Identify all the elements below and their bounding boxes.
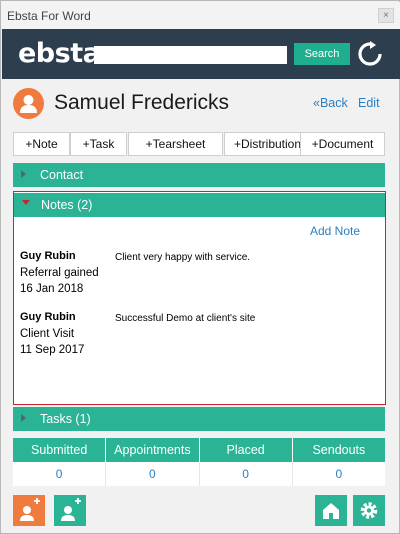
note-text: Successful Demo at client's site bbox=[115, 313, 256, 324]
contact-name: Samuel Fredericks bbox=[54, 91, 230, 114]
refresh-icon[interactable] bbox=[357, 41, 383, 67]
stats-header-row: Submitted Appointments Placed Sendouts bbox=[13, 438, 385, 462]
note-author: Guy Rubin bbox=[20, 311, 76, 323]
stat-header-placed: Placed bbox=[200, 438, 293, 462]
close-button[interactable]: × bbox=[378, 8, 394, 23]
user-icon bbox=[13, 88, 44, 119]
expand-arrow-icon bbox=[21, 414, 26, 422]
home-icon bbox=[323, 503, 339, 519]
app-window: Ebsta For Word × ebsta Search Samuel Fre… bbox=[0, 0, 400, 534]
stat-value-appointments[interactable]: 0 bbox=[106, 462, 200, 486]
ebsta-logo: ebsta bbox=[18, 38, 101, 69]
note-text: Client very happy with service. bbox=[115, 252, 251, 263]
settings-button[interactable] bbox=[353, 495, 385, 526]
add-tearsheet-button[interactable]: +Tearsheet bbox=[128, 132, 223, 156]
note-author: Guy Rubin bbox=[20, 250, 76, 262]
home-button[interactable] bbox=[315, 495, 347, 526]
stat-value-sendouts[interactable]: 0 bbox=[293, 462, 385, 486]
add-task-button[interactable]: +Task bbox=[70, 132, 127, 156]
section-label: Tasks (1) bbox=[40, 412, 91, 426]
note-type: Client Visit bbox=[20, 327, 75, 340]
stat-header-submitted: Submitted bbox=[13, 438, 107, 462]
back-link[interactable]: «Back bbox=[313, 96, 348, 110]
edit-link[interactable]: Edit bbox=[358, 96, 380, 110]
search-input[interactable] bbox=[94, 46, 287, 64]
add-user-icon bbox=[61, 498, 81, 521]
add-contact-button[interactable] bbox=[13, 495, 45, 526]
notes-section-header[interactable]: Notes (2) bbox=[14, 193, 385, 217]
add-distribution-button[interactable]: +Distribution bbox=[224, 132, 311, 156]
note-type: Referral gained bbox=[20, 266, 99, 279]
add-note-button[interactable]: +Note bbox=[13, 132, 70, 156]
header-bar: ebsta Search bbox=[2, 29, 400, 79]
add-note-link[interactable]: Add Note bbox=[310, 224, 360, 238]
title-bar: Ebsta For Word × bbox=[2, 2, 400, 29]
note-item: Guy Rubin Referral gained 16 Jan 2018 bbox=[20, 248, 99, 298]
add-user-button[interactable] bbox=[54, 495, 86, 526]
note-date: 11 Sep 2017 bbox=[20, 344, 85, 356]
settings-icon bbox=[360, 502, 378, 519]
stat-header-appointments: Appointments bbox=[106, 438, 200, 462]
add-contact-icon bbox=[20, 498, 40, 521]
notes-panel: Notes (2) Add Note Guy Rubin Referral ga… bbox=[13, 191, 386, 405]
note-item: Guy Rubin Client Visit 11 Sep 2017 bbox=[20, 309, 84, 359]
stat-value-placed[interactable]: 0 bbox=[200, 462, 293, 486]
collapse-arrow-icon bbox=[22, 200, 30, 205]
section-label: Notes (2) bbox=[41, 198, 93, 212]
add-document-button[interactable]: +Document bbox=[300, 132, 385, 156]
window-title: Ebsta For Word bbox=[7, 9, 91, 23]
stat-value-submitted[interactable]: 0 bbox=[13, 462, 107, 486]
stats-value-row: 0 0 0 0 bbox=[13, 462, 385, 486]
tasks-section-header[interactable]: Tasks (1) bbox=[13, 407, 385, 431]
expand-arrow-icon bbox=[21, 170, 26, 178]
section-label: Contact bbox=[40, 168, 84, 182]
note-date: 16 Jan 2018 bbox=[20, 283, 84, 295]
contact-section-header[interactable]: Contact bbox=[13, 163, 385, 187]
search-button[interactable]: Search bbox=[294, 43, 350, 65]
stat-header-sendouts: Sendouts bbox=[312, 443, 366, 457]
